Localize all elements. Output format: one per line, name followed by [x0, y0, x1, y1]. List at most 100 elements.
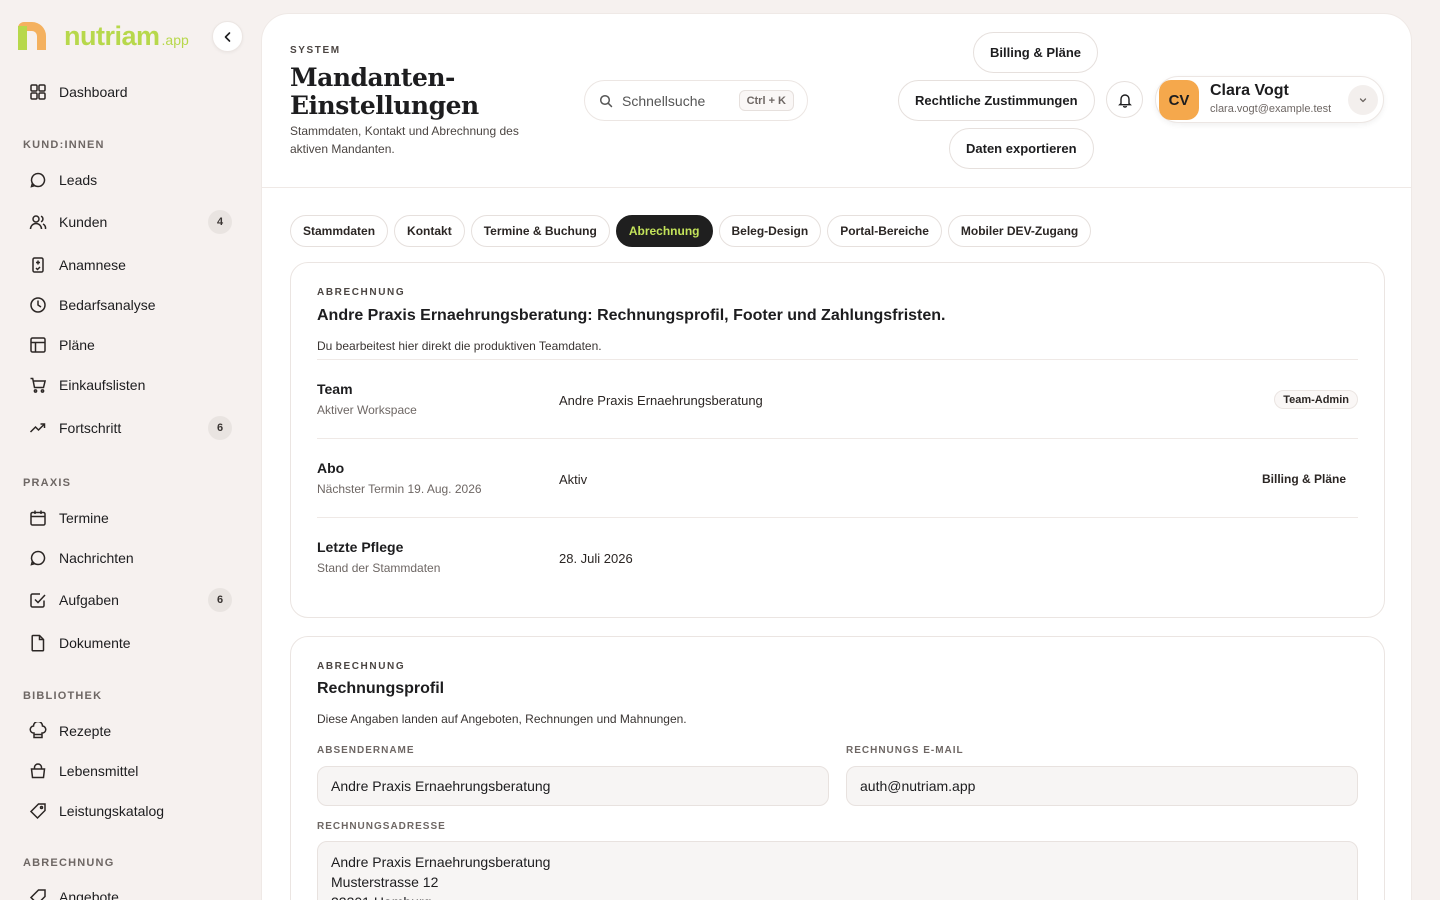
user-email: clara.vogt@example.test [1210, 103, 1332, 115]
collapse-sidebar-button[interactable] [212, 21, 243, 52]
table-icon [28, 335, 48, 355]
sidebar-item-label: Angebote [59, 889, 119, 900]
row-value: Andre Praxis Ernaehrungsberatung [559, 393, 763, 408]
sidebar-item-label: Anamnese [59, 257, 126, 273]
tab-kontakt[interactable]: Kontakt [394, 215, 465, 247]
user-menu-toggle[interactable] [1348, 85, 1378, 115]
legal-consents-button[interactable]: Rechtliche Zustimmungen [898, 80, 1095, 121]
billing-plans-link[interactable]: Billing & Pläne [1262, 472, 1346, 486]
sidebar-item-label: Pläne [59, 337, 95, 353]
panel-eyebrow: ABRECHNUNG [317, 287, 406, 298]
brand-logo[interactable]: nutriam .app [18, 20, 189, 50]
sender-name-field[interactable] [317, 766, 829, 806]
sidebar-item-label: Leistungskatalog [59, 803, 165, 819]
tab-abrechnung[interactable]: Abrechnung [615, 215, 713, 247]
sidebar-item-bedarfsanalyse[interactable]: Bedarfsanalyse [22, 289, 240, 321]
page-title-line: Einstellungen [290, 91, 479, 120]
sidebar-section-title: KUND:INNEN [23, 139, 105, 151]
page-header: SYSTEM Mandanten- Einstellungen Stammdat… [262, 14, 1411, 188]
logo-mark-icon [18, 22, 46, 50]
brand-suffix: .app [161, 32, 189, 48]
tab-beleg-design[interactable]: Beleg-Design [718, 215, 822, 247]
sidebar-item-angebote[interactable]: Angebote [22, 881, 240, 900]
message-icon [28, 548, 48, 568]
sidebar-item-plaene[interactable]: Pläne [22, 329, 240, 361]
billing-address-field[interactable]: Andre Praxis Ernaehrungsberatung Musters… [317, 841, 1358, 900]
info-row-abo: Abo Nächster Termin 19. Aug. 2026 Aktiv … [317, 438, 1358, 517]
sidebar-item-dokumente[interactable]: Dokumente [22, 627, 240, 659]
sidebar-item-label: Termine [59, 510, 109, 526]
tab-termine-buchung[interactable]: Termine & Buchung [470, 215, 610, 247]
info-row-team: Team Aktiver Workspace Andre Praxis Erna… [317, 359, 1358, 438]
billing-email-field[interactable] [846, 766, 1358, 806]
clock-icon [28, 295, 48, 315]
billing-email-label: RECHNUNGS E-MAIL [846, 745, 964, 756]
sidebar-item-anamnese[interactable]: Anamnese [22, 249, 240, 281]
row-sublabel: Nächster Termin 19. Aug. 2026 [317, 482, 482, 496]
sidebar-item-label: Bedarfsanalyse [59, 297, 156, 313]
sidebar-item-aufgaben[interactable]: Aufgaben 6 [22, 584, 240, 616]
sidebar-section-title: BIBLIOTHEK [23, 690, 103, 702]
sidebar-item-termine[interactable]: Termine [22, 502, 240, 534]
avatar: CV [1159, 80, 1199, 120]
grid-icon [28, 82, 48, 102]
search-icon [599, 94, 613, 107]
brand-name: nutriam [64, 21, 160, 51]
address-line: 22301 Hamburg [331, 892, 1344, 900]
sidebar-item-label: Kunden [59, 214, 108, 230]
users-icon [28, 212, 48, 232]
quick-search[interactable]: Ctrl + K [584, 80, 808, 121]
row-sublabel: Aktiver Workspace [317, 403, 417, 417]
file-icon [28, 633, 48, 653]
sidebar-item-fortschritt[interactable]: Fortschritt 6 [22, 412, 240, 444]
sidebar-item-nachrichten[interactable]: Nachrichten [22, 542, 240, 574]
clipboard-icon [28, 255, 48, 275]
sidebar-item-leads[interactable]: Leads [22, 164, 240, 196]
sidebar-section-title: PRAXIS [23, 477, 72, 489]
billing-summary-panel: ABRECHNUNG Andre Praxis Ernaehrungsberat… [290, 262, 1385, 618]
sidebar-item-label: Rezepte [59, 723, 112, 739]
tag-icon [28, 801, 48, 821]
sidebar-item-dashboard[interactable]: Dashboard [22, 76, 240, 108]
user-menu[interactable]: CV Clara Vogt clara.vogt@example.test [1155, 76, 1384, 123]
trend-icon [28, 418, 48, 438]
tab-mobiler-dev-zugang[interactable]: Mobiler DEV-Zugang [947, 215, 1092, 247]
sidebar-item-label: Lebensmittel [59, 763, 139, 779]
panel-title: Andre Praxis Ernaehrungsberatung: Rechnu… [317, 307, 946, 324]
sidebar-item-label: Nachrichten [59, 550, 134, 566]
settings-tabs: Stammdaten Kontakt Termine & Buchung Abr… [290, 215, 1092, 247]
main-panel: SYSTEM Mandanten- Einstellungen Stammdat… [261, 13, 1412, 900]
page-subtitle: Stammdaten, Kontakt und Abrechnung des a… [290, 124, 519, 156]
sidebar-item-leistungskatalog[interactable]: Leistungskatalog [22, 795, 240, 827]
chef-hat-icon [28, 721, 48, 741]
billing-profile-panel: ABRECHNUNG Rechnungsprofil Diese Angaben… [290, 636, 1385, 900]
row-label: Team [317, 381, 353, 397]
sidebar-item-label: Leads [59, 172, 98, 188]
info-row-letzte-pflege: Letzte Pflege Stand der Stammdaten 28. J… [317, 517, 1358, 596]
export-data-button[interactable]: Daten exportieren [949, 128, 1094, 169]
billing-address-label: RECHNUNGSADRESSE [317, 821, 446, 832]
sidebar-item-label: Fortschritt [59, 420, 122, 436]
panel-description: Diese Angaben landen auf Angeboten, Rech… [317, 712, 687, 726]
notifications-button[interactable] [1106, 81, 1143, 118]
sidebar-item-rezepte[interactable]: Rezepte [22, 715, 240, 747]
address-line: Musterstrasse 12 [331, 874, 439, 890]
tab-stammdaten[interactable]: Stammdaten [290, 215, 389, 247]
row-value: 28. Juli 2026 [559, 551, 633, 566]
page-title-line: Mandanten- [290, 63, 455, 92]
sidebar-item-label: Aufgaben [59, 592, 119, 608]
sidebar-item-lebensmittel[interactable]: Lebensmittel [22, 755, 240, 787]
sidebar: nutriam .app Dashboard KUND:INNEN Leads … [0, 0, 260, 900]
sidebar-item-kunden[interactable]: Kunden 4 [22, 206, 240, 238]
row-sublabel: Stand der Stammdaten [317, 561, 441, 575]
keyboard-shortcut-hint: Ctrl + K [738, 90, 794, 111]
sidebar-item-einkaufslisten[interactable]: Einkaufslisten [22, 369, 240, 401]
bell-icon [1117, 93, 1132, 108]
chevron-down-icon [1359, 98, 1367, 103]
row-label: Abo [317, 460, 345, 476]
tab-portal-bereiche[interactable]: Portal-Bereiche [827, 215, 942, 247]
billing-plans-button[interactable]: Billing & Pläne [973, 32, 1099, 73]
search-input[interactable] [622, 92, 732, 109]
row-label: Letzte Pflege [317, 539, 404, 555]
basket-icon [28, 761, 48, 781]
